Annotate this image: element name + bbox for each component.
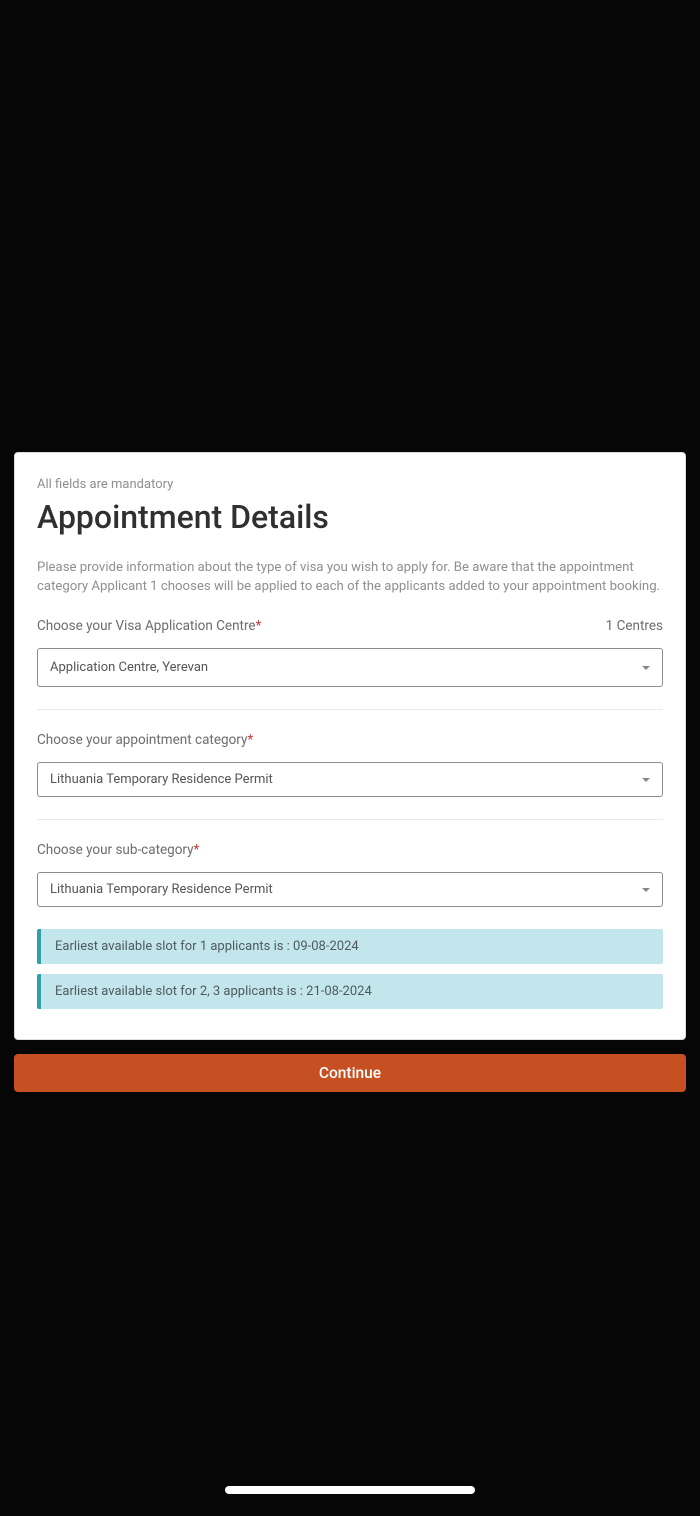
field-visa-centre: Choose your Visa Application Centre* 1 C… xyxy=(37,618,663,710)
label-visa-centre: Choose your Visa Application Centre* xyxy=(37,618,261,634)
required-mark: * xyxy=(194,842,200,858)
chevron-down-icon xyxy=(642,666,650,670)
intro-text: Please provide information about the typ… xyxy=(37,558,663,596)
select-visa-centre[interactable]: Application Centre, Yerevan xyxy=(37,648,663,687)
select-category[interactable]: Lithuania Temporary Residence Permit xyxy=(37,762,663,797)
mandatory-note: All fields are mandatory xyxy=(37,477,663,492)
continue-button[interactable]: Continue xyxy=(14,1054,686,1092)
form-viewport: All fields are mandatory Appointment Det… xyxy=(14,452,686,1092)
slot-info-1: Earliest available slot for 1 applicants… xyxy=(37,929,663,964)
centres-count: 1 Centres xyxy=(606,618,663,634)
field-category: Choose your appointment category* Lithua… xyxy=(37,732,663,820)
chevron-down-icon xyxy=(642,778,650,782)
slot-info-2: Earliest available slot for 2, 3 applica… xyxy=(37,974,663,1009)
field-subcategory: Choose your sub-category* Lithuania Temp… xyxy=(37,842,663,907)
select-value: Lithuania Temporary Residence Permit xyxy=(50,772,273,787)
required-mark: * xyxy=(247,732,253,748)
select-subcategory[interactable]: Lithuania Temporary Residence Permit xyxy=(37,872,663,907)
label-text: Choose your sub-category xyxy=(37,842,194,858)
label-text: Choose your Visa Application Centre xyxy=(37,618,256,634)
label-subcategory: Choose your sub-category* xyxy=(37,842,199,858)
chevron-down-icon xyxy=(642,888,650,892)
page-title: Appointment Details xyxy=(37,498,663,536)
select-value: Application Centre, Yerevan xyxy=(50,660,208,675)
label-text: Choose your appointment category xyxy=(37,732,247,748)
label-category: Choose your appointment category* xyxy=(37,732,253,748)
appointment-card: All fields are mandatory Appointment Det… xyxy=(14,452,686,1040)
home-indicator[interactable] xyxy=(225,1486,475,1494)
select-value: Lithuania Temporary Residence Permit xyxy=(50,882,273,897)
required-mark: * xyxy=(256,618,262,634)
